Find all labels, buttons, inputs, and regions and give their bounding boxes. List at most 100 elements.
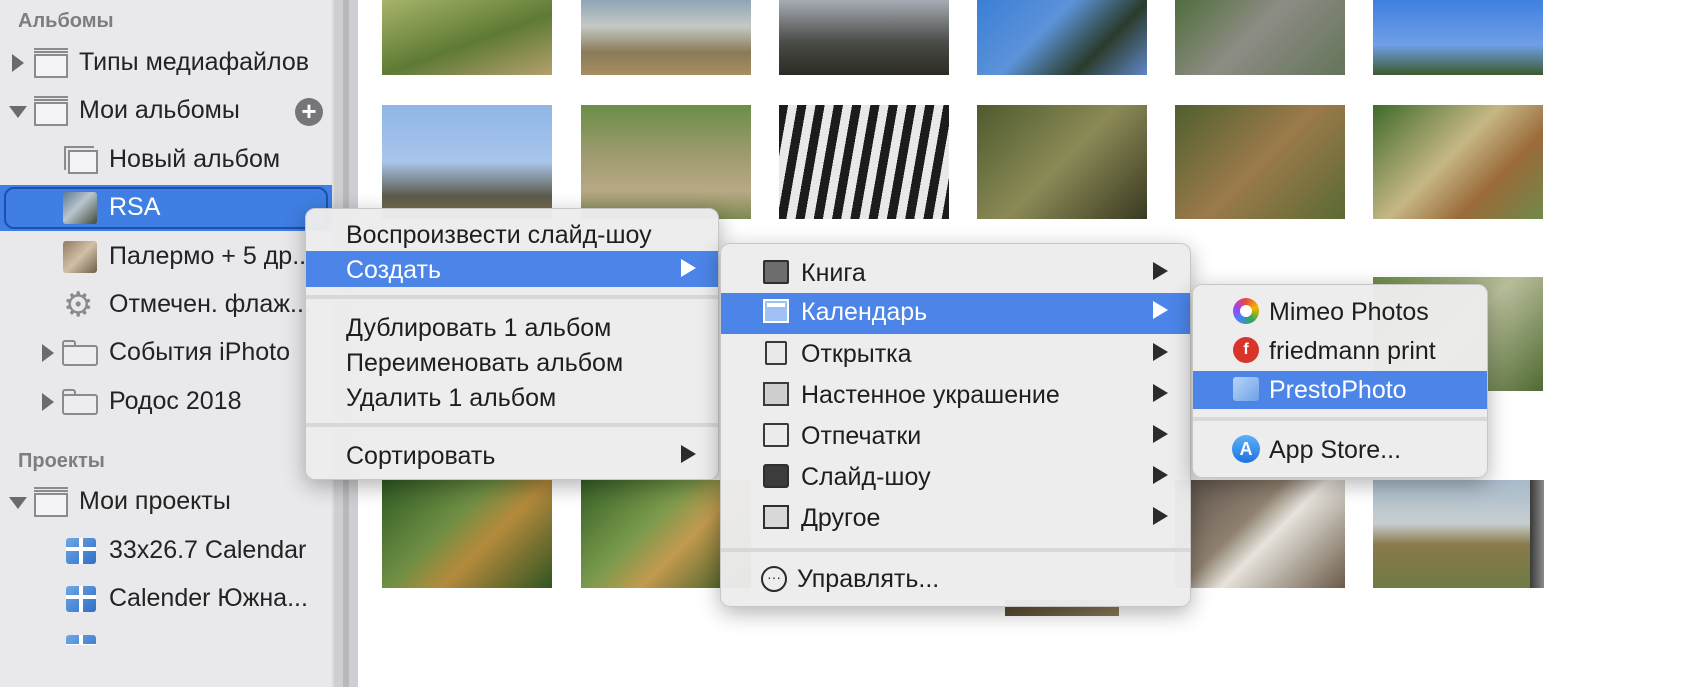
project-icon xyxy=(66,538,96,564)
photo-thumbnail[interactable] xyxy=(1373,105,1543,219)
sidebar-item-palermo[interactable]: Палермо + 5 др... xyxy=(0,234,332,280)
menu-item-prestophoto[interactable]: PrestoPhoto xyxy=(1193,371,1487,409)
photo-thumbnail[interactable] xyxy=(1373,0,1543,75)
disclosure-triangle-icon[interactable] xyxy=(9,497,27,509)
menu-item-slideshow[interactable]: Слайд-шоу xyxy=(721,458,1190,498)
menu-item-manage[interactable]: ··· Управлять... xyxy=(721,560,1190,600)
sidebar-item-label: Палермо + 5 др... xyxy=(109,242,314,270)
photo-thumbnail[interactable] xyxy=(1373,480,1543,588)
menu-item-prints[interactable]: Отпечатки xyxy=(721,417,1190,457)
sidebar-item-label: События iPhoto xyxy=(109,338,291,366)
disclosure-triangle-icon[interactable] xyxy=(9,106,27,118)
sidebar-item-rsa[interactable]: RSA xyxy=(0,185,332,231)
menu-item-card[interactable]: Открытка xyxy=(721,335,1190,375)
sidebar-item-media-types[interactable]: Типы медиафайлов xyxy=(0,40,332,86)
sidebar-item-label: Типы медиафайлов xyxy=(79,48,310,76)
menu-item-label: Настенное украшение xyxy=(801,381,1060,409)
menu-item-label: Другое xyxy=(801,504,881,532)
photo-thumbnail[interactable] xyxy=(382,105,552,219)
gear-icon: ⚙ xyxy=(63,286,94,324)
project-icon xyxy=(66,586,96,612)
selection-ring xyxy=(4,187,328,229)
book-icon xyxy=(763,260,789,284)
sidebar-item-rhodes-2018[interactable]: Родос 2018 xyxy=(0,379,332,425)
album-stack-icon xyxy=(34,96,68,126)
photo-thumbnail[interactable] xyxy=(977,0,1147,75)
photo-thumbnail[interactable] xyxy=(779,105,949,219)
menu-item-label: Слайд-шоу xyxy=(801,463,931,491)
sidebar-item-project-calendar[interactable]: 33x26.7 Calendar xyxy=(0,528,332,574)
folder-icon xyxy=(62,389,98,415)
sidebar-item-new-album[interactable]: Новый альбом xyxy=(0,137,332,183)
sidebar-item-project-calender-south[interactable]: Calender Южна... xyxy=(0,576,332,622)
photo-thumbnail[interactable] xyxy=(382,480,552,588)
menu-item-label: PrestoPhoto xyxy=(1269,376,1407,404)
sidebar-item-label: Родос 2018 xyxy=(109,387,242,415)
disclosure-triangle-icon[interactable] xyxy=(12,54,24,72)
menu-separator xyxy=(721,548,1190,552)
menu-item-delete[interactable]: Удалить 1 альбом xyxy=(306,379,718,415)
sidebar-item-partial[interactable] xyxy=(0,625,332,645)
add-album-button[interactable]: + xyxy=(295,98,323,126)
menu-item-label: Книга xyxy=(801,259,866,287)
photo-thumbnail[interactable] xyxy=(581,105,751,219)
menu-item-duplicate[interactable]: Дублировать 1 альбом xyxy=(306,309,718,345)
disclosure-triangle-icon[interactable] xyxy=(42,344,54,362)
submenu-arrow-icon xyxy=(1153,343,1168,361)
calendar-icon xyxy=(763,299,789,323)
menu-item-wall-decor[interactable]: Настенное украшение xyxy=(721,376,1190,416)
sidebar-item-label: Мои проекты xyxy=(79,487,231,515)
folder-icon xyxy=(62,340,98,366)
submenu-arrow-icon xyxy=(681,445,696,463)
sidebar-item-label: Отмечен. флаж... xyxy=(109,290,311,318)
menu-item-friedmann-print[interactable]: f friedmann print xyxy=(1193,332,1487,370)
ellipsis-circle-icon: ··· xyxy=(761,566,787,592)
sidebar-item-smart-flagged[interactable]: ⚙ Отмечен. флаж... xyxy=(0,282,332,328)
menu-item-mimeo-photos[interactable]: Mimeo Photos xyxy=(1193,293,1487,331)
menu-item-label: Удалить 1 альбом xyxy=(346,384,557,412)
menu-item-rename[interactable]: Переименовать альбом xyxy=(306,344,718,380)
album-stack-icon xyxy=(34,48,68,78)
prints-icon xyxy=(763,423,789,447)
menu-item-other[interactable]: Другое xyxy=(721,499,1190,539)
card-icon xyxy=(765,341,787,365)
menu-item-sort[interactable]: Сортировать xyxy=(306,437,718,473)
menu-item-label: Открытка xyxy=(801,340,912,368)
menu-item-label: Mimeo Photos xyxy=(1269,298,1429,326)
menu-item-calendar[interactable]: Календарь xyxy=(721,293,1190,334)
photo-thumbnail[interactable] xyxy=(1530,480,1544,588)
app-store-icon: A xyxy=(1232,435,1260,463)
photo-thumbnail[interactable] xyxy=(779,0,949,75)
photo-thumbnail[interactable] xyxy=(382,0,552,75)
albums-section-header: Альбомы xyxy=(18,10,114,32)
submenu-arrow-icon xyxy=(1153,466,1168,484)
slideshow-icon xyxy=(763,464,789,488)
submenu-arrow-icon xyxy=(1153,262,1168,280)
submenu-arrow-icon xyxy=(1153,301,1168,319)
photo-thumbnail[interactable] xyxy=(977,105,1147,219)
sidebar-item-my-albums[interactable]: Мои альбомы xyxy=(0,88,332,134)
sidebar-item-label: 33x26.7 Calendar xyxy=(109,536,307,564)
album-icon xyxy=(64,146,98,174)
menu-item-book[interactable]: Книга xyxy=(721,254,1190,294)
projects-section-header: Проекты xyxy=(18,450,105,472)
submenu-arrow-icon xyxy=(681,259,696,277)
menu-item-label: Воспроизвести слайд-шоу xyxy=(346,221,652,249)
menu-item-label: Управлять... xyxy=(797,565,940,593)
menu-separator xyxy=(306,295,718,299)
sidebar-item-label: RSA xyxy=(109,193,161,221)
menu-item-label: friedmann print xyxy=(1269,337,1436,365)
photo-thumbnail[interactable] xyxy=(581,0,751,75)
submenu-arrow-icon xyxy=(1153,425,1168,443)
photo-thumbnail[interactable] xyxy=(1175,105,1345,219)
other-icon xyxy=(763,505,789,529)
photo-thumbnail[interactable] xyxy=(1175,480,1345,588)
sidebar-item-iphoto-events[interactable]: События iPhoto xyxy=(0,330,332,376)
create-submenu: Книга Календарь Открытка Настенное украш… xyxy=(720,243,1191,607)
menu-item-play-slideshow[interactable]: Воспроизвести слайд-шоу xyxy=(306,216,718,252)
menu-item-create[interactable]: Создать xyxy=(306,251,718,287)
photo-thumbnail[interactable] xyxy=(1175,0,1345,75)
disclosure-triangle-icon[interactable] xyxy=(42,393,54,411)
sidebar-item-my-projects[interactable]: Мои проекты xyxy=(0,479,332,525)
menu-item-app-store[interactable]: A App Store... xyxy=(1193,431,1487,469)
